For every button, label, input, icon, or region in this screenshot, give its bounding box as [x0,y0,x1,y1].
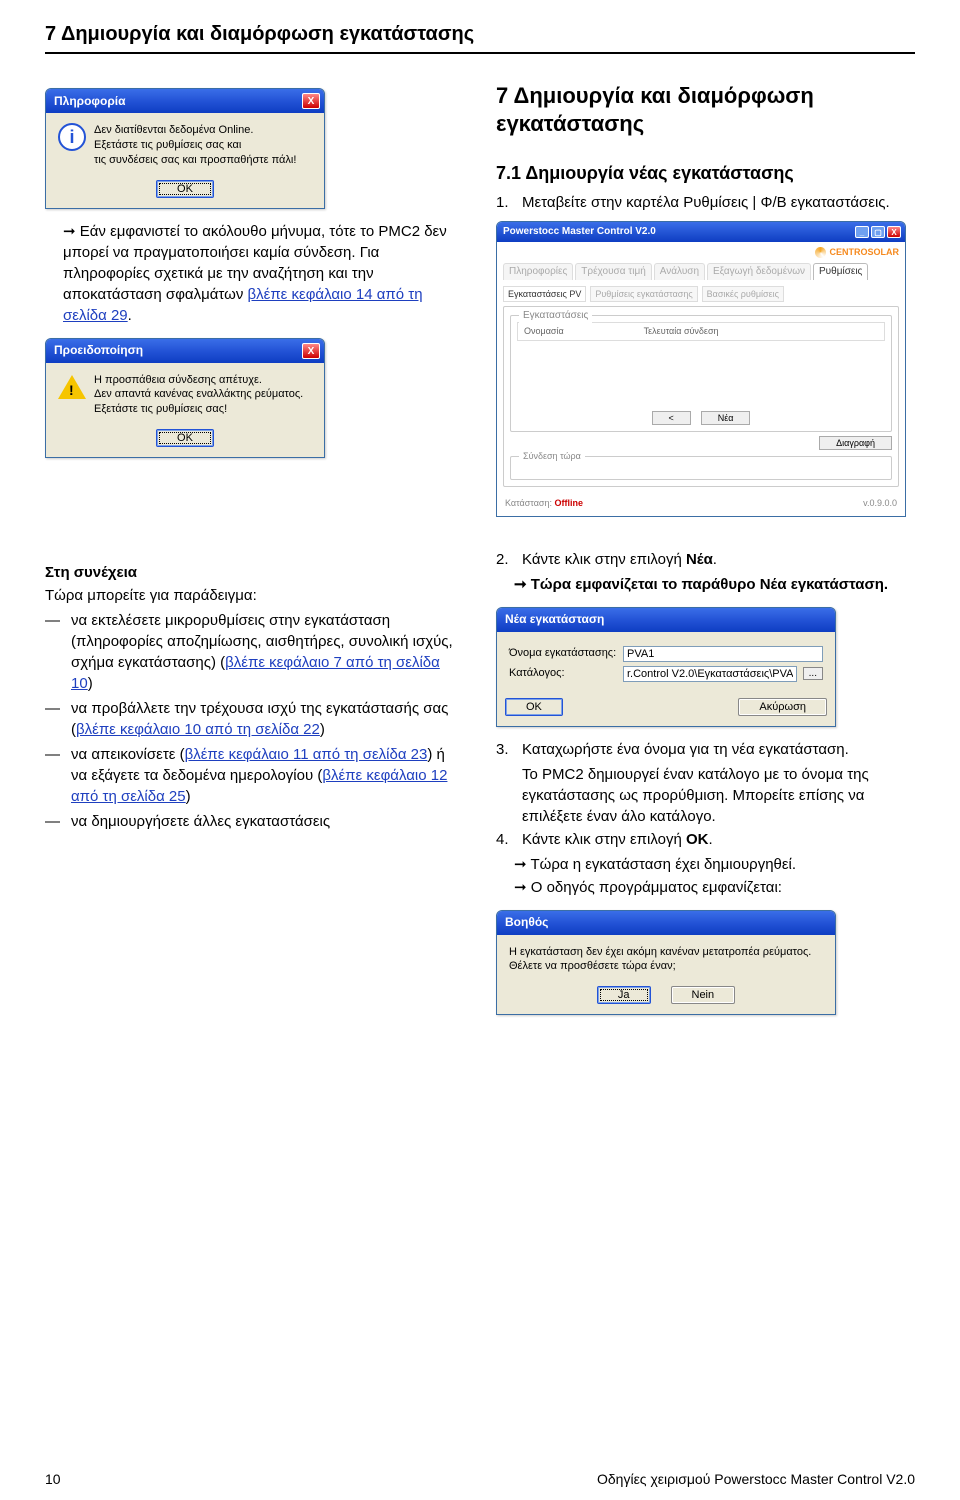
body-text: Το PMC2 δημιουργεί έναν κατάλογο με το ό… [522,764,915,827]
dialog-title: Νέα εγκατάσταση [505,611,604,628]
new-button[interactable]: Νέα [701,411,751,425]
directory-label: Κατάλογος: [509,666,617,681]
page-footer: 10 Οδηγίες χειρισμού Powerstocc Master C… [45,1461,915,1490]
dialog-title: Βοηθός [505,914,548,931]
tab[interactable]: Τρέχουσα τιμή [575,263,652,280]
subtab-active[interactable]: Εγκαταστάσεις PV [503,286,586,303]
window-title: Powerstocc Master Control V2.0 [503,225,656,239]
ok-button[interactable]: OK [156,429,214,447]
body-text: Εάν εμφανιστεί το ακόλουθο μήνυμα, τότε … [63,221,464,326]
version-text: v.0.9.0.0 [863,497,897,510]
step-number: 1. [496,192,514,213]
wizard-text: Θέλετε να προσθέσετε τώρα έναν; [509,959,823,974]
no-button[interactable]: Nein [671,986,736,1004]
list-item: — να εκτελέσετε μικρορυθμίσεις στην εγκα… [45,610,464,694]
status-value: Offline [555,498,584,508]
step-number: 2. [496,549,514,570]
tabstrip: Πληροφορίες Τρέχουσα τιμή Ανάλυση Εξαγωγ… [503,263,899,280]
ok-button[interactable]: OK [156,180,214,198]
info-dialog-text: τις συνδέσεις σας και προσπαθήστε πάλι! [94,153,296,168]
subsection-title: Στη συνέχεια [45,562,464,583]
column-header: Ονομασία [524,325,564,338]
info-dialog: Πληροφορία X i Δεν διατίθενται δεδομένα … [45,88,325,209]
warning-icon [58,375,86,399]
result-text: Ο οδηγός προγράμματος εμφανίζεται: [514,877,915,898]
tab[interactable]: Εξαγωγή δεδομένων [707,263,811,280]
installation-name-input[interactable] [623,646,823,662]
subtab[interactable]: Ρυθμίσεις εγκατάστασης [590,286,697,303]
list-item: — να προβάλλετε την τρέχουσα ισχύ της εγ… [45,698,464,740]
warning-dialog-text: Εξετάστε τις ρυθμίσεις σας! [94,402,303,417]
cancel-button[interactable]: Ακύρωση [738,698,827,716]
panel-title: Εγκαταστάσεις [519,309,592,323]
subtabstrip: Εγκαταστάσεις PV Ρυθμίσεις εγκατάστασης … [503,286,899,303]
close-icon[interactable]: X [302,343,320,359]
directory-input[interactable] [623,666,797,682]
wizard-dialog: Βοηθός Η εγκατάσταση δεν έχει ακόμη κανέ… [496,910,836,1016]
footer-doc-title: Οδηγίες χειρισμού Powerstocc Master Cont… [597,1470,915,1490]
left-column: Πληροφορία X i Δεν διατίθενται δεδομένα … [45,76,464,1027]
status-label: Κατάσταση: [505,498,552,508]
warning-dialog-text: Η προσπάθεια σύνδεσης απέτυχε. [94,373,303,388]
installations-panel: Εγκαταστάσεις Ονομασία Τελευταία σύνδεση… [510,315,892,432]
column-header: Τελευταία σύνδεση [644,325,719,338]
chapter-title: 7 Δημιουργία και διαμόρφωση εγκατάστασης [496,82,915,137]
list-item: — να απεικονίσετε (βλέπε κεφάλαιο 11 από… [45,744,464,807]
panel-title: Σύνδεση τώρα [519,450,585,463]
info-dialog-text: Δεν διατίθενται δεδομένα Online. [94,123,296,138]
logo-icon [815,247,826,258]
delete-button[interactable]: Διαγραφή [819,436,892,450]
step-text: Μεταβείτε στην καρτέλα Ρυθμίσεις | Φ/Β ε… [522,192,890,213]
warning-dialog-text: Δεν απαντά κανένας εναλλάκτης ρεύματος. [94,387,303,402]
xref-link[interactable]: βλέπε κεφάλαιο 11 από τη σελίδα 23 [185,746,428,763]
section-title: 7.1 Δημιουργία νέας εγκατάστασης [496,161,915,186]
name-label: Όνομα εγκατάστασης: [509,646,617,661]
step-number: 4. [496,829,514,850]
wizard-text: Η εγκατάσταση δεν έχει ακόμη κανέναν μετ… [509,945,823,960]
new-installation-dialog: Νέα εγκατάσταση Όνομα εγκατάστασης: Κατά… [496,607,836,727]
browse-button[interactable]: ... [803,667,823,680]
info-icon: i [58,123,86,151]
list-item: — να δημιουργήσετε άλλες εγκαταστάσεις [45,811,464,832]
close-icon[interactable]: X [887,226,901,238]
tab[interactable]: Ανάλυση [654,263,705,280]
step-number: 3. [496,739,514,760]
step-text: Κάντε κλικ στην επιλογή Νέα. [522,549,717,570]
nav-back-button[interactable]: < [652,411,691,425]
step-text: Καταχωρήστε ένα όνομα για τη νέα εγκατάσ… [522,739,849,760]
step-text: Κάντε κλικ στην επιλογή OK. [522,829,713,850]
page-header: 7 Δημιουργία και διαμόρφωση εγκατάστασης [45,20,915,54]
logo-text: CENTROSOLAR [830,246,900,259]
yes-button[interactable]: Ja [597,986,651,1004]
right-column: 7 Δημιουργία και διαμόρφωση εγκατάστασης… [496,76,915,1027]
maximize-icon[interactable]: ▢ [871,226,885,238]
tab[interactable]: Πληροφορίες [503,263,573,280]
result-text: Τώρα η εγκατάσταση έχει δημιουργηθεί. [514,854,915,875]
warning-dialog: Προειδοποίηση X Η προσπάθεια σύνδεσης απ… [45,338,325,459]
info-dialog-text: Εξετάστε τις ρυθμίσεις σας και [94,138,296,153]
subtab[interactable]: Βασικές ρυθμίσεις [702,286,784,303]
xref-link[interactable]: βλέπε κεφάλαιο 10 από τη σελίδα 22 [76,721,320,738]
page-number: 10 [45,1470,61,1490]
ok-button[interactable]: OK [505,698,563,716]
tab-active[interactable]: Ρυθμίσεις [813,263,868,280]
app-window: Powerstocc Master Control V2.0 _ ▢ X CEN… [496,221,906,516]
body-text: Τώρα μπορείτε για παράδειγμα: [45,585,464,606]
warning-dialog-title: Προειδοποίηση [54,342,143,359]
info-dialog-title: Πληροφορία [54,93,125,110]
close-icon[interactable]: X [302,93,320,109]
minimize-icon[interactable]: _ [855,226,869,238]
result-text: Τώρα εμφανίζεται το παράθυρο Νέα εγκατάσ… [514,574,915,595]
